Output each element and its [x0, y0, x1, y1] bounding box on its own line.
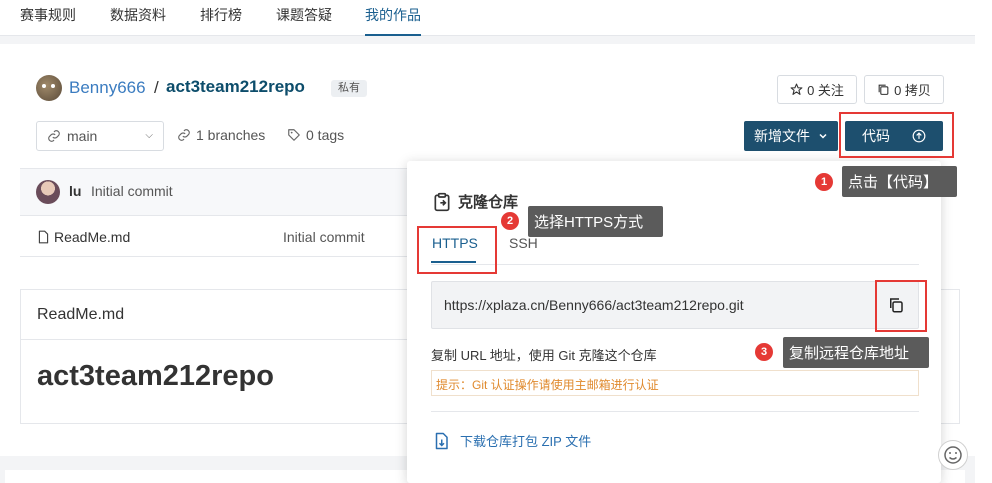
repo-name-link[interactable]: act3team212repo	[166, 77, 305, 97]
tags-count: 0 tags	[306, 127, 345, 143]
file-icon	[38, 230, 49, 244]
readme-filename: ReadMe.md	[37, 306, 125, 323]
file-link[interactable]: ReadMe.md	[37, 229, 130, 245]
chevron-down-icon	[819, 133, 827, 139]
tag-icon	[288, 129, 300, 141]
commit-user[interactable]: lu	[69, 183, 81, 199]
branch-link-icon	[178, 129, 190, 141]
step-callout-3: 复制远程仓库地址	[783, 337, 929, 368]
smile-icon	[944, 446, 962, 464]
file-name: ReadMe.md	[54, 229, 131, 245]
new-file-button[interactable]: 新增文件	[744, 121, 838, 151]
tab-data[interactable]: 数据资料	[110, 0, 166, 36]
feedback-button[interactable]	[938, 440, 968, 470]
step-badge-2: 2	[501, 212, 519, 230]
page-scrollbar[interactable]	[975, 0, 992, 483]
readme-divider	[20, 339, 420, 340]
visibility-badge: 私有	[331, 80, 367, 97]
commit-message[interactable]: Initial commit	[91, 183, 173, 199]
download-icon	[435, 432, 448, 449]
tab-leaderboard[interactable]: 排行榜	[200, 0, 242, 36]
owner-avatar[interactable]	[36, 75, 62, 101]
repo-owner-link[interactable]: Benny666	[69, 78, 146, 98]
copy-icon	[878, 84, 889, 95]
tab-ssh[interactable]: SSH	[509, 235, 538, 251]
highlight-code-button	[839, 112, 954, 158]
link-icon	[48, 130, 60, 142]
fork-label: 0 拷贝	[894, 83, 931, 98]
clone-url[interactable]: https://xplaza.cn/Benny666/act3team212re…	[444, 297, 744, 313]
clone-title-text: 克隆仓库	[458, 194, 519, 211]
readme-heading: act3team212repo	[37, 360, 274, 392]
highlight-copy-button	[875, 280, 927, 332]
tab-qa[interactable]: 课题答疑	[276, 0, 332, 36]
repo-path-separator: /	[154, 78, 159, 97]
step-callout-1: 点击【代码】	[842, 166, 957, 197]
file-commit-message[interactable]: Initial commit	[283, 229, 365, 245]
branches-count: 1 branches	[196, 127, 266, 143]
clipboard-icon	[434, 192, 450, 211]
step-badge-3: 3	[755, 343, 773, 361]
new-file-label: 新增文件	[754, 128, 810, 144]
tab-rules[interactable]: 赛事规则	[20, 0, 76, 36]
tab-my-works[interactable]: 我的作品	[365, 0, 421, 36]
download-zip-label: 下载仓库打包 ZIP 文件	[460, 434, 592, 449]
auth-tip: 提示：Git 认证操作请使用主邮箱进行认证	[436, 378, 659, 392]
top-nav: 赛事规则 数据资料 排行榜 课题答疑 我的作品	[0, 0, 975, 36]
clone-hint: 复制 URL 地址，使用 Git 克隆这个仓库	[431, 348, 657, 363]
step-callout-2: 选择HTTPS方式	[528, 206, 663, 237]
branch-select[interactable]: main ⌵	[36, 121, 164, 151]
popover-divider	[431, 411, 919, 412]
watch-label: 0 关注	[807, 83, 844, 98]
clone-popover-title: 克隆仓库	[432, 191, 518, 212]
watch-button[interactable]: 0 关注	[777, 75, 857, 104]
download-zip-link[interactable]: 下载仓库打包 ZIP 文件	[432, 431, 591, 450]
fork-button[interactable]: 0 拷贝	[864, 75, 944, 104]
branches-link[interactable]: 1 branches	[177, 127, 265, 143]
commit-user-avatar[interactable]	[36, 180, 60, 204]
latest-commit-bar	[20, 168, 440, 216]
chevron-down-icon: ⌵	[145, 130, 153, 141]
star-icon	[790, 83, 803, 95]
branch-name: main	[67, 128, 98, 144]
step-badge-1: 1	[815, 173, 833, 191]
highlight-https-tab	[417, 226, 497, 274]
tabs-divider	[431, 264, 919, 265]
tags-link[interactable]: 0 tags	[287, 127, 344, 143]
